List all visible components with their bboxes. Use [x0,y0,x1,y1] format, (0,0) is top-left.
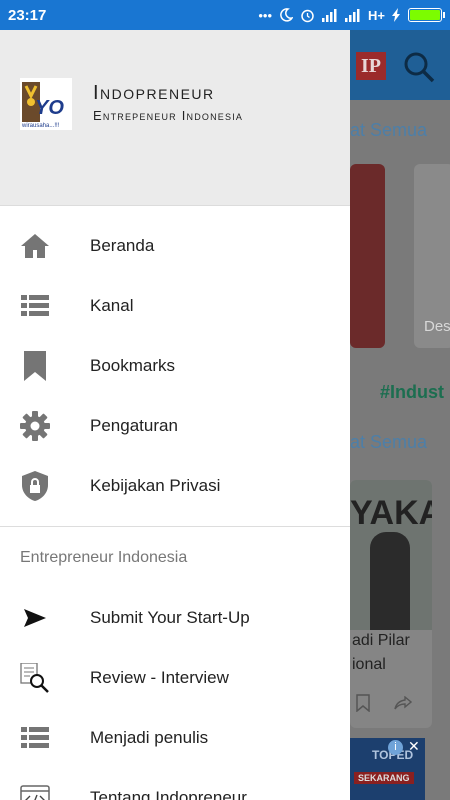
send-icon [20,603,50,633]
moon-icon [280,8,294,22]
menu-item-label: Submit Your Start-Up [90,608,250,627]
menu-item-label: Beranda [90,236,155,255]
menu-item-pengaturan[interactable]: Pengaturan [0,396,350,456]
list-icon [20,291,50,321]
signal-icon [345,8,360,22]
list-icon [20,723,50,753]
gear-icon [20,411,50,441]
status-time: 23:17 [8,6,47,24]
bg-see-all-link: at Semua [350,432,428,452]
charging-icon [392,8,400,22]
bg-banner-text: YAKA [350,494,432,532]
close-icon: ✕ [408,738,420,754]
code-icon [20,783,50,800]
brand-subtitle: Entrepeneur Indonesia [93,108,244,123]
app-logo: YO wirausaha...!!! [20,78,72,130]
status-icons: ••• H+ [258,7,445,23]
bg-see-all-link: at Semua [350,120,428,140]
menu-item-label: Kebijakan Privasi [90,476,221,495]
bg-person [370,532,410,630]
bg-article-title: adi Pilar [352,632,410,649]
bookmark-icon [356,694,370,712]
bg-ad-banner: TOPED SEKARANG i ✕ [350,738,425,800]
section-title: Entrepreneur Indonesia [20,549,188,566]
bg-card: Des [414,164,450,348]
bg-article-image: YAKA [350,480,432,630]
bg-card-text: Des [424,318,450,335]
bg-article-card: YAKA adi Pilar ional [350,480,432,728]
menu-item-submit-startup[interactable]: Submit Your Start-Up [0,588,350,648]
signal-icon [322,8,337,22]
menu-item-tentang-indopreneur[interactable]: Tentang Indopreneur [0,768,350,800]
home-icon [20,231,50,261]
menu-item-review-interview[interactable]: Review - Interview [0,648,350,708]
divider [0,526,350,527]
menu-item-kebijakan-privasi[interactable]: Kebijakan Privasi [0,456,350,516]
menu-item-label: Pengaturan [90,416,178,435]
bg-card [350,164,385,348]
network-type: H+ [368,7,385,23]
menu-item-kanal[interactable]: Kanal [0,276,350,336]
share-icon [394,696,412,710]
svg-text:wirausaha...!!!: wirausaha...!!! [21,123,60,129]
menu-item-bookmarks[interactable]: Bookmarks [0,336,350,396]
status-bar: 23:17 ••• H+ [0,0,450,30]
menu-item-label: Kanal [90,296,134,315]
alarm-icon [301,9,314,22]
menu-item-label: Bookmarks [90,356,176,375]
svg-text:YO: YO [35,97,64,119]
bg-hashtag: #Indust [380,382,444,403]
brand-name: Indopreneur [93,82,215,104]
document-search-icon [20,663,50,693]
bg-hashtag-text: #Indust [380,382,445,402]
bg-ad-cta: SEKARANG [354,772,414,784]
menu-item-label: Menjadi penulis [90,728,209,747]
info-icon: i [388,740,403,755]
bg-app-logo: IP [356,52,386,80]
bg-article-title: ional [352,656,386,673]
battery-icon [408,8,445,22]
menu-item-beranda[interactable]: Beranda [0,216,350,276]
bookmark-icon [20,351,50,381]
drawer-header: YO wirausaha...!!! Indopreneur Entrepene… [0,30,350,206]
navigation-drawer: YO wirausaha...!!! Indopreneur Entrepene… [0,30,350,800]
search-icon [404,52,435,83]
menu-item-label: Tentang Indopreneur [90,788,247,800]
battery-level [410,10,440,20]
more-dots-icon: ••• [258,7,273,23]
menu-item-menjadi-penulis[interactable]: Menjadi penulis [0,708,350,768]
shield-lock-icon [20,471,50,501]
menu-item-label: Review - Interview [90,668,229,687]
